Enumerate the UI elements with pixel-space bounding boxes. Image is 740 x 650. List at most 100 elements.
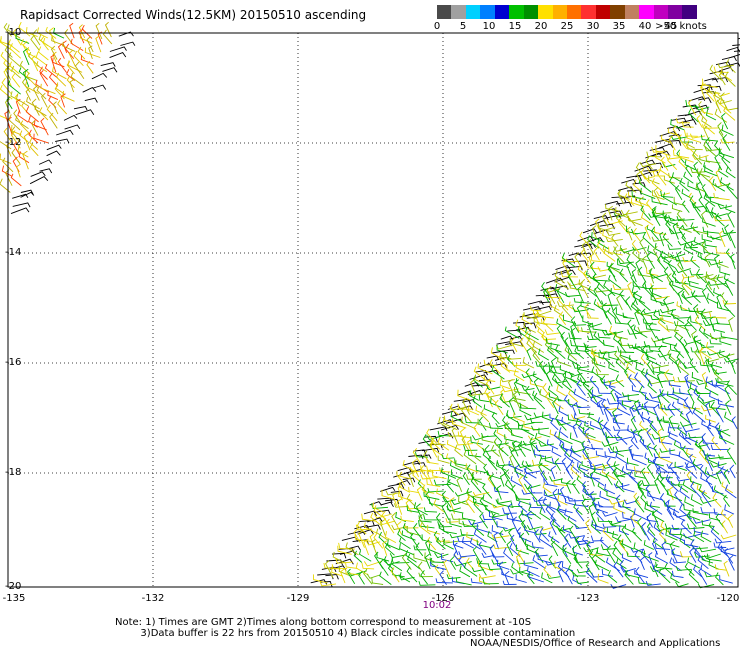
wind-barb xyxy=(653,453,671,458)
wind-barb xyxy=(10,207,30,215)
wind-barb xyxy=(9,61,20,75)
wind-barb xyxy=(511,562,524,576)
wind-barb xyxy=(353,550,363,563)
wind-barb xyxy=(723,560,730,577)
wind-barb xyxy=(609,411,623,417)
wind-barb xyxy=(479,512,489,529)
wind-barb xyxy=(654,550,669,564)
longitude-tick-label: -132 xyxy=(141,593,165,604)
wind-barb xyxy=(701,234,713,243)
wind-barb xyxy=(697,554,709,570)
wind-barb xyxy=(652,537,664,549)
wind-barb xyxy=(689,358,699,373)
wind-barb xyxy=(533,392,546,410)
wind-barb xyxy=(668,172,681,179)
wind-barb xyxy=(545,370,553,387)
wind-barb xyxy=(44,64,59,79)
wind-barb xyxy=(379,571,392,585)
wind-barb xyxy=(582,228,598,234)
wind-barb xyxy=(668,462,680,479)
wind-barb xyxy=(651,178,663,192)
wind-barb xyxy=(606,490,620,501)
wind-barb xyxy=(670,480,683,486)
wind-barb xyxy=(556,287,565,304)
wind-barb xyxy=(41,92,48,108)
wind-barb xyxy=(63,114,78,121)
wind-barb xyxy=(627,215,643,227)
wind-barb xyxy=(572,423,578,438)
wind-barb xyxy=(539,507,551,521)
wind-barb xyxy=(705,88,715,102)
wind-barb xyxy=(442,526,457,535)
wind-barb xyxy=(46,144,62,151)
wind-barb xyxy=(709,311,727,319)
wind-barb xyxy=(64,43,75,59)
wind-barb xyxy=(622,483,635,493)
wind-barb xyxy=(575,578,589,584)
wind-barb xyxy=(690,256,700,269)
wind-barb xyxy=(549,501,565,514)
wind-barb xyxy=(713,192,730,201)
wind-barb xyxy=(57,99,68,115)
wind-barb xyxy=(522,356,535,369)
wind-barb xyxy=(426,536,437,551)
wind-barb xyxy=(46,150,61,157)
wind-barb xyxy=(625,463,643,473)
wind-barb xyxy=(499,349,515,354)
wind-barb xyxy=(391,512,399,527)
wind-barb xyxy=(100,62,116,67)
wind-barb xyxy=(539,454,553,460)
wind-barb xyxy=(724,105,738,111)
wind-barb xyxy=(685,410,693,429)
wind-barb xyxy=(646,442,654,457)
wind-barb xyxy=(643,540,655,550)
wind-barb xyxy=(489,359,501,375)
wind-barb xyxy=(705,206,717,215)
wind-barb xyxy=(637,577,652,585)
wind-barb xyxy=(516,420,535,427)
wind-barb xyxy=(471,521,485,536)
wind-barb xyxy=(615,332,628,340)
wind-barb xyxy=(574,346,585,360)
wind-barb xyxy=(693,387,705,402)
wind-barb xyxy=(639,437,649,451)
longitude-tick-label: -135 xyxy=(2,593,26,604)
wind-barb xyxy=(524,483,541,490)
wind-barb xyxy=(479,363,493,369)
wind-barb xyxy=(630,274,641,290)
notes-text: Note: 1) Times are GMT 2)Times along bot… xyxy=(115,617,576,639)
wind-barb xyxy=(608,275,622,289)
wind-barb xyxy=(453,398,471,405)
wind-barb xyxy=(689,269,704,276)
wind-barb xyxy=(29,176,49,185)
wind-barb xyxy=(708,280,726,286)
wind-barb xyxy=(462,472,470,486)
wind-barb xyxy=(358,520,375,526)
wind-barb xyxy=(384,531,397,543)
wind-barb xyxy=(674,185,683,201)
wind-barb xyxy=(91,72,108,80)
wind-barb xyxy=(619,339,633,346)
wind-barb xyxy=(12,202,31,208)
wind-barb xyxy=(692,201,702,219)
wind-barb xyxy=(719,177,734,191)
wind-barb xyxy=(588,550,597,564)
wind-barb xyxy=(669,448,681,457)
wind-barb xyxy=(86,36,94,53)
wind-barb xyxy=(8,39,20,53)
wind-barb xyxy=(679,421,697,427)
wind-barb xyxy=(511,430,523,439)
wind-barb xyxy=(596,282,607,297)
wind-barb xyxy=(578,279,593,292)
wind-barb xyxy=(567,272,578,291)
wind-barb xyxy=(62,90,75,102)
wind-barb xyxy=(551,373,563,389)
wind-barb xyxy=(595,368,609,376)
wind-barb xyxy=(571,447,585,453)
wind-barb xyxy=(84,97,98,103)
wind-barb xyxy=(120,41,136,46)
wind-barb xyxy=(550,465,557,480)
wind-barb xyxy=(427,487,444,493)
wind-barb xyxy=(681,233,692,248)
wind-barb xyxy=(659,448,676,453)
